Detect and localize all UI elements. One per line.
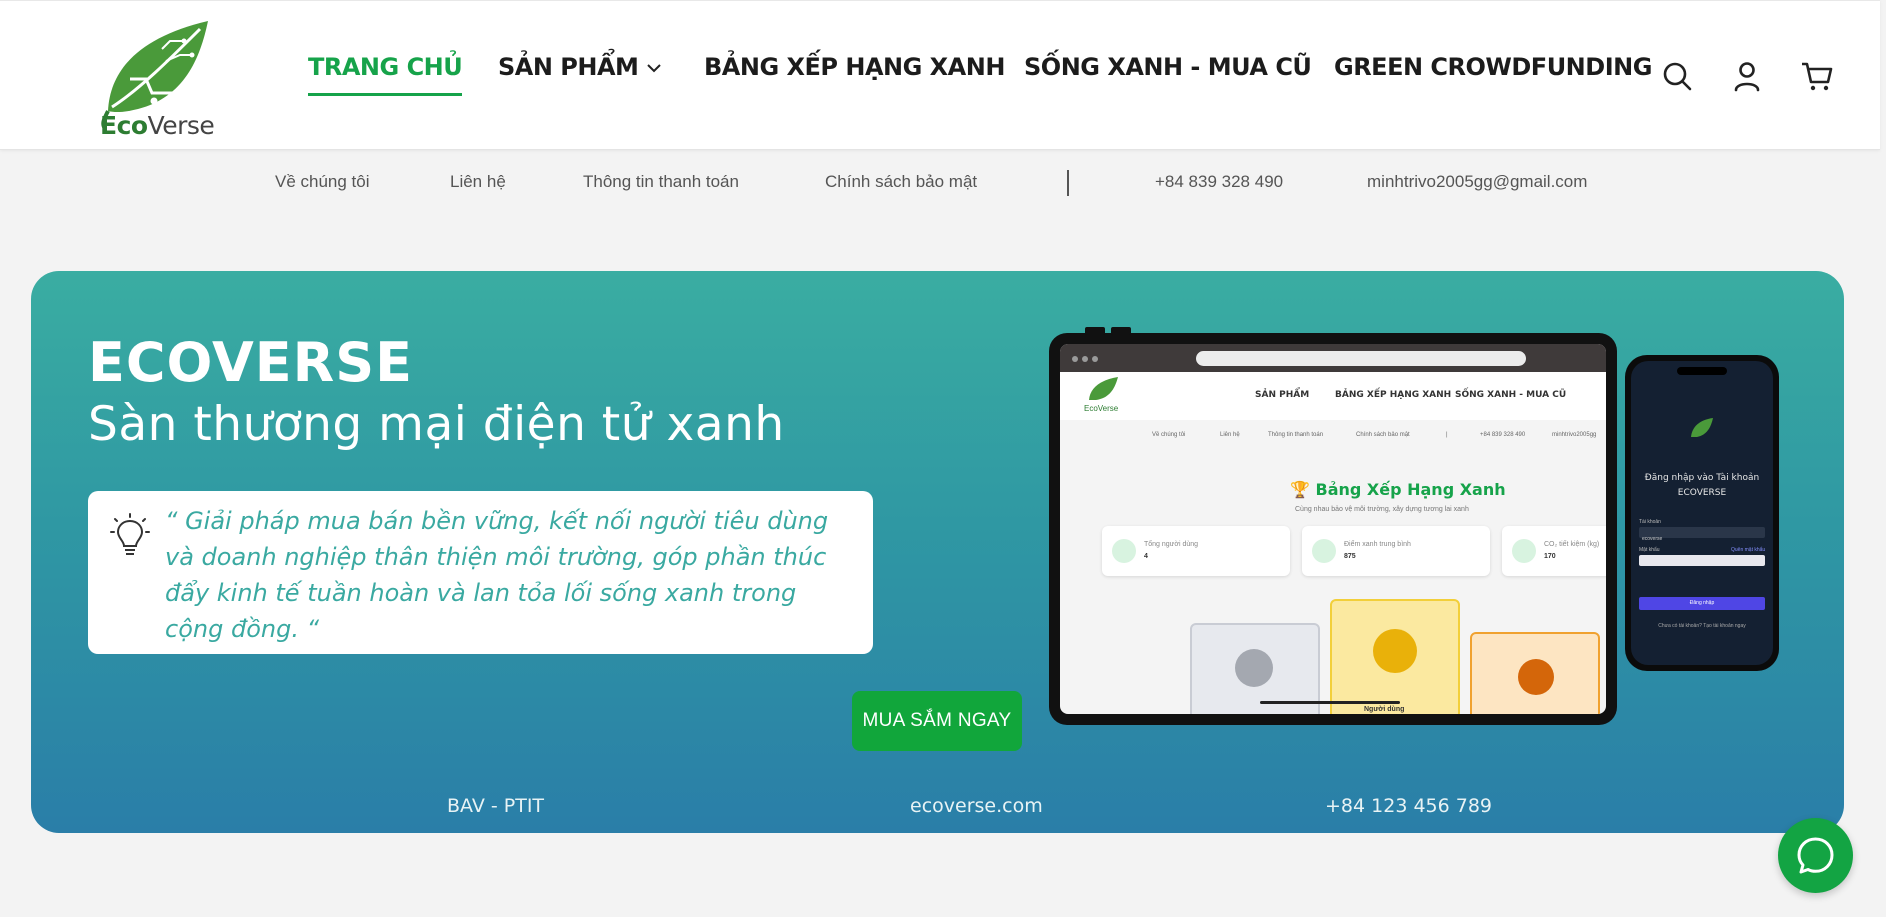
leaf-icon [1512,539,1536,563]
info-links-bar: Về chúng tôi Liên hệ Thông tin thanh toá… [0,170,1880,196]
mini-stat-card: CO₂ tiết kiệm (kg) 170 [1502,526,1606,576]
ph-password-input [1639,555,1765,566]
phone-screen: Đăng nhập vào Tài khoản ECOVERSE Tài khoả… [1631,361,1773,665]
bronze-medal [1518,659,1554,695]
mini-podium-label: Người dùng [1364,706,1405,713]
search-icon[interactable] [1660,59,1694,93]
mini-stat-card: Tổng người dùng 4 [1102,526,1290,576]
ph-username-input: ecoverse [1639,527,1765,542]
mini-link: | [1446,432,1448,438]
nav-item-san-pham[interactable]: SẢN PHẨM [498,53,662,81]
nav-item-green-crowdfunding[interactable]: GREEN CROWDFUNDING [1334,53,1652,81]
site-header: EcoVerse TRANG CHỦ SẢN PHẨM BẢNG XẾP HẠN… [0,0,1880,150]
divider [1067,170,1069,196]
mini-leaderboard-subtitle: Cùng nhau bảo vệ môi trường, xây dựng tư… [1295,506,1469,513]
url-bar [1196,351,1526,366]
ph-signup-text: Chưa có tài khoản? Tạo tài khoản ngay [1658,623,1746,629]
link-contact[interactable]: Liên hệ [450,172,506,192]
link-about[interactable]: Về chúng tôi [275,172,370,192]
phone-mockup: Đăng nhập vào Tài khoản ECOVERSE Tài khoả… [1625,355,1779,671]
chevron-down-icon [647,64,662,73]
cart-icon[interactable] [1800,59,1834,93]
hero-footer-site[interactable]: ecoverse.com [910,795,1043,817]
tablet-mockup: EcoVerse SẢN PHẨM BẢNG XẾP HẠNG XANH SỐN… [1049,327,1617,725]
link-payment-info[interactable]: Thông tin thanh toán [583,172,739,192]
brand-name: EcoVerse [100,111,215,140]
ph-forgot-link: Quên mật khẩu [1731,547,1766,553]
mini-stat-label: Tổng người dùng [1144,541,1199,548]
mini-stat-label: CO₂ tiết kiệm (kg) [1544,541,1600,548]
mini-link: Chính sách bảo mật [1356,432,1410,438]
nav-item-trang-chu[interactable]: TRANG CHỦ [308,53,463,96]
chat-bubble-icon [1797,837,1834,874]
tablet-screen: EcoVerse SẢN PHẨM BẢNG XẾP HẠNG XANH SỐN… [1060,344,1606,714]
hero-subtitle: Sàn thương mại điện tử xanh [88,397,785,452]
window-dot [1072,356,1078,362]
mini-stat-value: 4 [1144,553,1148,560]
mini-link: Thông tin thanh toán [1268,432,1324,438]
window-dot [1092,356,1098,362]
users-icon [1112,539,1136,563]
nav-item-song-xanh[interactable]: SỐNG XANH - MUA CŨ [1024,53,1312,81]
mini-link: minhtrivo2005gg [1552,432,1597,438]
ph-username-label: Tài khoản [1639,519,1661,525]
trend-icon [1312,539,1336,563]
mini-logo [1089,377,1118,400]
contact-email[interactable]: minhtrivo2005gg@gmail.com [1367,172,1587,192]
phone-notch [1677,367,1727,375]
user-icon[interactable] [1730,59,1764,93]
mini-nav-item: SỐNG XANH - MUA CŨ [1455,390,1567,400]
tablet-button [1085,327,1105,335]
gold-medal [1373,629,1417,673]
mini-stat-value: 875 [1344,553,1356,560]
mini-leaderboard-title: 🏆 Bảng Xếp Hạng Xanh [1290,480,1506,499]
hero-quote: “ Giải pháp mua bán bền vững, kết nối ng… [165,507,829,643]
contact-phone[interactable]: +84 839 328 490 [1155,172,1283,192]
mini-brand: EcoVerse [1084,404,1119,413]
quote-box: “ Giải pháp mua bán bền vững, kết nối ng… [88,491,873,654]
hero-banner: ECOVERSE Sàn thương mại điện tử xanh “ G… [31,271,1844,833]
nav-item-bang-xep-hang[interactable]: BẢNG XẾP HẠNG XANH [704,53,1005,81]
nav-item-label: SẢN PHẨM [498,53,639,81]
hero-footer-org: BAV - PTIT [447,795,545,817]
mini-stat-card: Điểm xanh trung bình 875 [1302,526,1490,576]
window-dot [1082,356,1088,362]
phone-login-title: Đăng nhập vào Tài khoản ECOVERSE [1644,473,1760,498]
browser-toolbar [1060,344,1606,372]
tablet-button [1111,327,1131,335]
home-indicator [1260,701,1400,704]
lightbulb-icon [110,513,150,555]
mini-nav-item: SẢN PHẨM [1255,390,1310,400]
silver-medal [1235,649,1273,687]
shop-now-button[interactable]: MUA SẮM NGAY [852,691,1022,751]
mini-nav-item: BẢNG XẾP HẠNG XANH [1335,390,1452,400]
ph-login-button: Đăng nhập [1639,597,1765,610]
mini-stat-label: Điểm xanh trung bình [1344,541,1411,548]
mini-leaf-logo [1691,418,1713,437]
ph-password-label: Mật khẩu [1639,547,1660,553]
mini-stat-value: 170 [1544,553,1556,560]
mini-link: Liên hệ [1220,432,1240,438]
hero-title: ECOVERSE [88,331,414,394]
hero-footer-phone: +84 123 456 789 [1325,795,1493,817]
mini-link: +84 839 328 490 [1480,432,1526,438]
link-privacy-policy[interactable]: Chính sách bảo mật [825,172,977,192]
chat-button[interactable] [1778,818,1853,893]
mini-link: Về chúng tôi [1152,432,1186,438]
